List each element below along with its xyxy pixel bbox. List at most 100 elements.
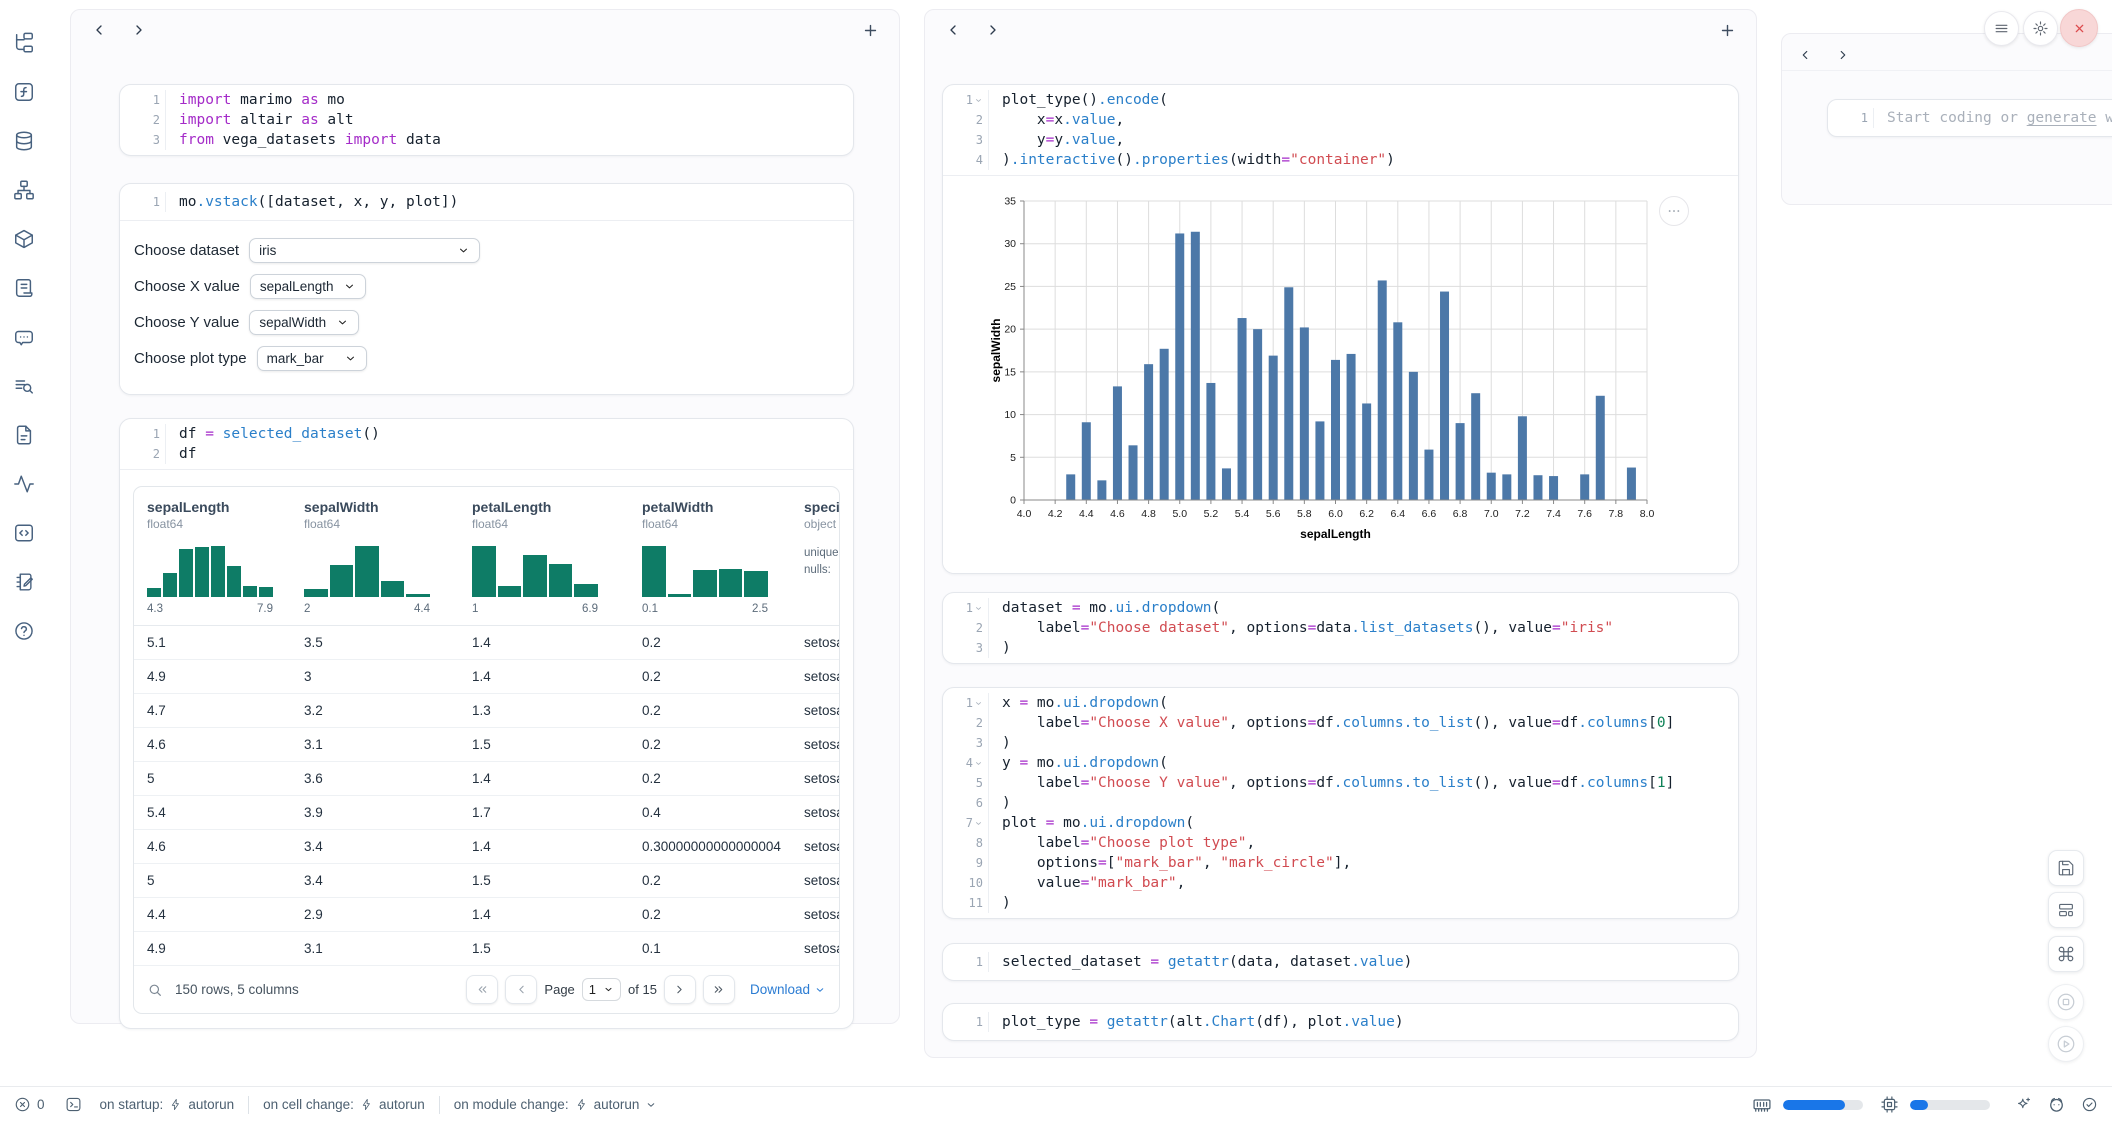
column-header-sepalWidth[interactable]: sepalWidthfloat6424.4 — [291, 499, 459, 615]
code-line[interactable]: 1plot_type().encode( — [943, 90, 1738, 110]
code-placeholder[interactable]: Start coding or generate with AI — [1873, 108, 2112, 128]
dropdown-choose-y-value[interactable]: sepalWidth — [249, 310, 359, 335]
errors-indicator[interactable]: 0 — [14, 1096, 45, 1113]
code-editor[interactable]: 1df = selected_dataset()2df — [120, 419, 853, 469]
run-setting-3[interactable]: on module change:autorun — [454, 1097, 658, 1112]
code-line[interactable]: 2 label="Choose X value", options=df.col… — [943, 713, 1738, 733]
chart-actions-button[interactable] — [1659, 196, 1689, 226]
collapse-left-icon[interactable] — [945, 22, 961, 38]
run-setting-1[interactable]: on startup:autorun — [100, 1097, 235, 1112]
notebook-menu-button[interactable] — [1984, 11, 2019, 46]
expand-right-icon[interactable] — [985, 22, 1001, 38]
settings-button[interactable] — [2023, 11, 2058, 46]
assistant-icon[interactable] — [2047, 1095, 2066, 1114]
code-line[interactable]: 2 label="Choose dataset", options=data.l… — [943, 618, 1738, 638]
sidebar-activity-icon[interactable] — [13, 473, 35, 495]
column-header-petalLength[interactable]: petalLengthfloat6416.9 — [459, 499, 629, 615]
dropdown-choose-dataset[interactable]: iris — [249, 238, 480, 263]
ai-sparkles-icon[interactable] — [2015, 1096, 2032, 1113]
download-button[interactable]: Download — [750, 982, 826, 997]
bar-chart[interactable]: 4.04.24.44.64.85.05.25.45.65.86.06.26.46… — [943, 188, 1739, 568]
code-line[interactable]: 4y = mo.ui.dropdown( — [943, 753, 1738, 773]
sidebar-scratchpad-icon[interactable] — [13, 571, 35, 593]
code-editor[interactable]: 1mo.vstack([dataset, x, y, plot]) — [120, 184, 853, 220]
fold-caret-icon[interactable] — [974, 759, 983, 768]
column-header-petalWidth[interactable]: petalWidthfloat640.12.5 — [629, 499, 791, 615]
first-page-button[interactable] — [466, 975, 498, 1004]
column-header-sepalLength[interactable]: sepalLengthfloat644.37.9 — [134, 499, 291, 615]
fold-caret-icon[interactable] — [974, 96, 983, 105]
page-number-select[interactable]: 1 — [582, 978, 621, 1001]
layout-button[interactable] — [2048, 892, 2084, 928]
dropdown-choose-plot-type[interactable]: mark_bar — [257, 346, 367, 371]
expand-right-icon[interactable] — [131, 22, 147, 38]
code-editor[interactable]: 1plot_type().encode(2 x=x.value,3 y=y.va… — [943, 85, 1738, 175]
run-setting-2[interactable]: on cell change:autorun — [263, 1097, 425, 1112]
sidebar-database-icon[interactable] — [13, 130, 35, 152]
column-header-species[interactable]: speciesobjectunique:nulls: — [791, 499, 839, 615]
add-cell-icon[interactable] — [862, 22, 879, 39]
shutdown-button[interactable] — [2060, 9, 2098, 47]
last-page-button[interactable] — [703, 975, 735, 1004]
sidebar-function-square-icon[interactable] — [13, 81, 35, 103]
fold-caret-icon[interactable] — [974, 604, 983, 613]
code-line[interactable]: 9 options=["mark_bar", "mark_circle"], — [943, 853, 1738, 873]
stop-button[interactable] — [2048, 984, 2084, 1020]
code-line[interactable]: 2df — [120, 444, 853, 464]
expand-right-icon[interactable] — [1836, 48, 1850, 62]
code-line[interactable]: 3) — [943, 638, 1738, 658]
table-cell: 0.1 — [629, 941, 791, 956]
terminal-icon[interactable] — [65, 1096, 82, 1113]
code-line[interactable]: 1selected_dataset = getattr(data, datase… — [943, 952, 1738, 972]
dropdown-choose-x-value[interactable]: sepalLength — [250, 274, 367, 299]
sidebar-hierarchy-icon[interactable] — [13, 179, 35, 201]
run-button[interactable] — [2048, 1026, 2084, 1062]
sidebar-help-icon[interactable] — [13, 620, 35, 642]
fold-caret-icon[interactable] — [974, 699, 983, 708]
collapse-left-icon[interactable] — [91, 22, 107, 38]
code-line[interactable]: 1df = selected_dataset() — [120, 424, 853, 444]
code-line[interactable]: 1plot_type = getattr(alt.Chart(df), plot… — [943, 1012, 1738, 1032]
sidebar-script-icon[interactable] — [13, 277, 35, 299]
table-row: 4.63.11.50.2setosa — [134, 728, 839, 762]
sidebar-logs-search-icon[interactable] — [13, 375, 35, 397]
code-editor[interactable]: 1import marimo as mo2import altair as al… — [120, 85, 853, 155]
run-setting-label: on module change: — [454, 1097, 569, 1112]
code-editor[interactable]: 1plot_type = getattr(alt.Chart(df), plot… — [943, 1004, 1738, 1040]
connection-status-icon[interactable] — [2081, 1096, 2098, 1113]
code-line[interactable]: 7plot = mo.ui.dropdown( — [943, 813, 1738, 833]
code-line[interactable]: 11) — [943, 893, 1738, 913]
code-line[interactable]: 3from vega_datasets import data — [120, 130, 853, 150]
code-line[interactable]: 3 y=y.value, — [943, 130, 1738, 150]
command-palette-button[interactable] — [2048, 936, 2084, 972]
collapse-left-icon[interactable] — [1798, 48, 1812, 62]
fold-caret-icon[interactable] — [974, 819, 983, 828]
add-cell-icon[interactable] — [1719, 22, 1736, 39]
code-line[interactable]: 8 label="Choose plot type", — [943, 833, 1738, 853]
code-line[interactable]: 2 x=x.value, — [943, 110, 1738, 130]
next-page-button[interactable] — [664, 975, 696, 1004]
code-editor[interactable]: 1selected_dataset = getattr(data, datase… — [943, 944, 1738, 980]
code-line[interactable]: 3) — [943, 733, 1738, 753]
code-line[interactable]: 2import altair as alt — [120, 110, 853, 130]
prev-page-button[interactable] — [505, 975, 537, 1004]
code-line[interactable]: 1import marimo as mo — [120, 90, 853, 110]
search-icon[interactable] — [147, 982, 163, 998]
code-line[interactable]: 1mo.vstack([dataset, x, y, plot]) — [120, 192, 853, 212]
code-line[interactable]: 1dataset = mo.ui.dropdown( — [943, 598, 1738, 618]
sidebar-package-icon[interactable] — [13, 228, 35, 250]
code-line[interactable]: 6) — [943, 793, 1738, 813]
code-line[interactable]: 5 label="Choose Y value", options=df.col… — [943, 773, 1738, 793]
code-line[interactable]: 4).interactive().properties(width="conta… — [943, 150, 1738, 170]
generate-link[interactable]: generate — [2027, 110, 2097, 126]
code-line[interactable]: 1x = mo.ui.dropdown( — [943, 693, 1738, 713]
save-button[interactable] — [2048, 850, 2084, 886]
sidebar-file-tree-icon[interactable] — [13, 32, 35, 54]
sidebar-chat-bot-icon[interactable] — [13, 326, 35, 348]
table-cell: 1.5 — [459, 873, 629, 888]
code-editor[interactable]: 1x = mo.ui.dropdown(2 label="Choose X va… — [943, 688, 1738, 918]
sidebar-document-icon[interactable] — [13, 424, 35, 446]
sidebar-code-snippets-icon[interactable] — [13, 522, 35, 544]
code-line[interactable]: 10 value="mark_bar", — [943, 873, 1738, 893]
code-editor[interactable]: 1dataset = mo.ui.dropdown(2 label="Choos… — [943, 593, 1738, 663]
